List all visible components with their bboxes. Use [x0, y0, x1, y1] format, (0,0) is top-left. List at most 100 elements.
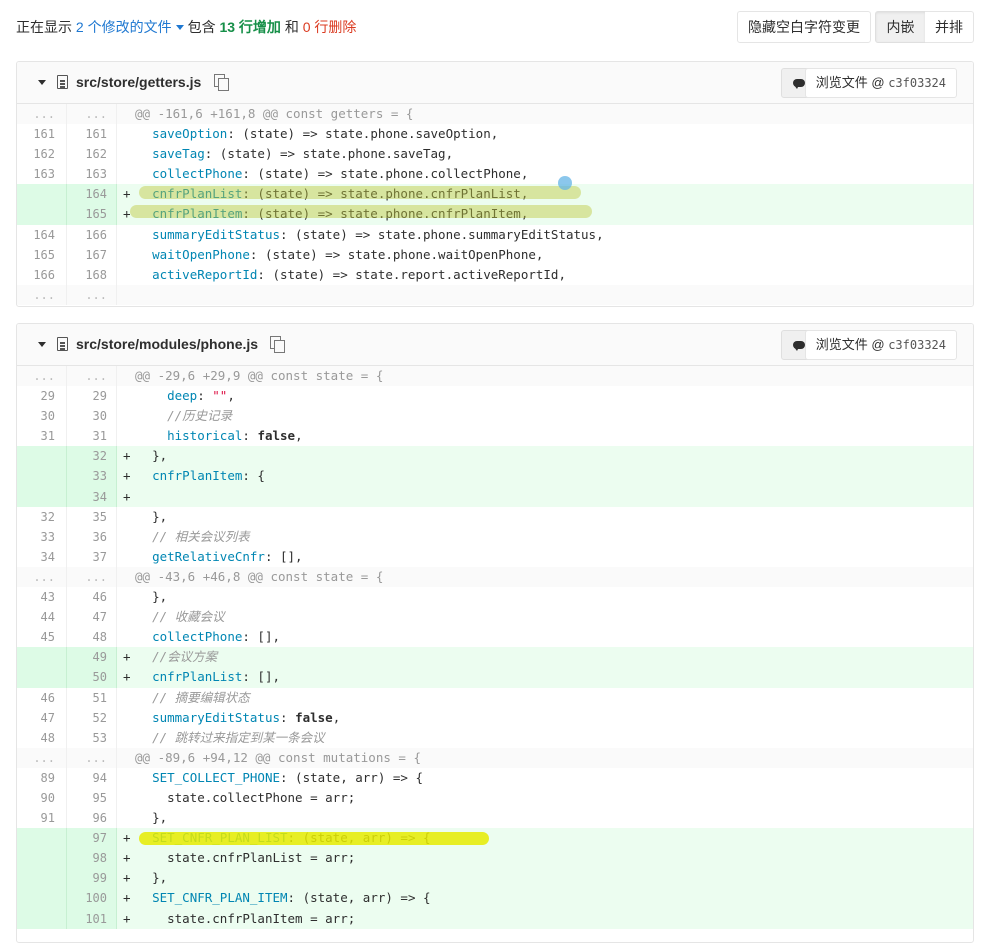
- old-line-number[interactable]: 165: [17, 244, 67, 265]
- new-line-number[interactable]: 33: [67, 466, 117, 487]
- copy-path-icon[interactable]: [214, 74, 229, 91]
- view-file-button[interactable]: 浏览文件 @ c3f03324: [804, 68, 957, 98]
- old-line-number[interactable]: [17, 848, 67, 869]
- new-line-number[interactable]: 163: [67, 164, 117, 185]
- context-line: 47 52 summaryEditStatus: false,: [17, 707, 973, 728]
- old-line-number[interactable]: [17, 828, 67, 849]
- old-line-number[interactable]: ...: [17, 366, 67, 387]
- new-line-number[interactable]: 166: [67, 224, 117, 245]
- old-line-number[interactable]: ...: [17, 566, 67, 588]
- old-line-number[interactable]: [17, 184, 67, 205]
- inline-view-button[interactable]: 内嵌: [875, 11, 926, 43]
- old-line-number[interactable]: 161: [17, 124, 67, 145]
- new-line-number[interactable]: 53: [67, 727, 117, 748]
- line-code: deep: "",: [117, 386, 973, 406]
- new-line-number[interactable]: 96: [67, 808, 117, 829]
- new-line-number[interactable]: 30: [67, 406, 117, 427]
- old-line-number[interactable]: [17, 486, 67, 507]
- new-line-number[interactable]: 50: [67, 667, 117, 688]
- collapse-caret-icon[interactable]: [38, 342, 46, 347]
- old-line-number[interactable]: 30: [17, 406, 67, 427]
- new-line-number[interactable]: 34: [67, 486, 117, 507]
- context-line: 91 96 },: [17, 808, 973, 829]
- old-line-number[interactable]: 47: [17, 707, 67, 728]
- old-line-number[interactable]: [17, 667, 67, 688]
- new-line-number[interactable]: 36: [67, 526, 117, 547]
- view-file-button[interactable]: 浏览文件 @ c3f03324: [804, 330, 957, 360]
- new-line-number[interactable]: 167: [67, 244, 117, 265]
- old-line-number[interactable]: 46: [17, 687, 67, 708]
- old-line-number[interactable]: [17, 466, 67, 487]
- old-line-number[interactable]: 43: [17, 587, 67, 608]
- new-line-number[interactable]: 97: [67, 828, 117, 849]
- new-line-number[interactable]: 100: [67, 888, 117, 909]
- old-line-number[interactable]: 29: [17, 386, 67, 407]
- summary-includes: 包含: [187, 19, 216, 35]
- old-line-number[interactable]: 90: [17, 787, 67, 809]
- line-code: activeReportId: (state) => state.report.…: [117, 265, 973, 285]
- new-line-number[interactable]: 52: [67, 707, 117, 728]
- new-line-number[interactable]: 51: [67, 687, 117, 708]
- code-text: : (state, arr) => {: [280, 769, 423, 785]
- old-line-number[interactable]: 45: [17, 627, 67, 648]
- old-line-number[interactable]: ...: [17, 747, 67, 768]
- line-code: + },: [117, 868, 973, 889]
- new-line-number[interactable]: 165: [67, 204, 117, 225]
- changed-files-dropdown[interactable]: 2 个修改的文件: [76, 19, 188, 35]
- added-line: 165 + cnfrPlanItem: (state) => state.phon…: [17, 204, 973, 225]
- new-line-number[interactable]: 48: [67, 627, 117, 648]
- new-line-number[interactable]: 49: [67, 647, 117, 668]
- new-line-number[interactable]: 95: [67, 787, 117, 809]
- new-line-number[interactable]: ...: [67, 104, 117, 125]
- new-line-number[interactable]: 31: [67, 426, 117, 447]
- new-line-number[interactable]: 168: [67, 264, 117, 285]
- new-line-number[interactable]: 29: [67, 386, 117, 407]
- parallel-view-button[interactable]: 并排: [925, 11, 974, 43]
- old-line-number[interactable]: 31: [17, 426, 67, 447]
- file-path[interactable]: src/store/modules/phone.js: [76, 336, 258, 352]
- new-line-number[interactable]: 99: [67, 868, 117, 889]
- new-line-number[interactable]: ...: [67, 284, 117, 305]
- new-line-number[interactable]: 37: [67, 546, 117, 567]
- new-line-number[interactable]: 98: [67, 848, 117, 869]
- hide-whitespace-button[interactable]: 隐藏空白字符变更: [737, 11, 871, 43]
- code-property: summaryEditStatus: [152, 709, 280, 725]
- new-line-number[interactable]: 162: [67, 144, 117, 165]
- new-line-number[interactable]: 46: [67, 587, 117, 608]
- old-line-number[interactable]: [17, 446, 67, 467]
- old-line-number[interactable]: 32: [17, 506, 67, 527]
- new-line-number[interactable]: ...: [67, 566, 117, 588]
- new-line-number[interactable]: 47: [67, 607, 117, 628]
- new-line-number[interactable]: ...: [67, 747, 117, 768]
- file-path[interactable]: src/store/getters.js: [76, 74, 201, 90]
- new-line-number[interactable]: 94: [67, 767, 117, 788]
- old-line-number[interactable]: 164: [17, 224, 67, 245]
- old-line-number[interactable]: [17, 204, 67, 225]
- old-line-number[interactable]: ...: [17, 104, 67, 125]
- old-line-number[interactable]: 91: [17, 808, 67, 829]
- old-line-number[interactable]: 44: [17, 607, 67, 628]
- old-line-number[interactable]: ...: [17, 284, 67, 305]
- new-line-number[interactable]: ...: [67, 366, 117, 387]
- new-line-number[interactable]: 164: [67, 184, 117, 205]
- old-line-number[interactable]: 33: [17, 526, 67, 547]
- old-line-number[interactable]: 89: [17, 767, 67, 788]
- diff-marker: [123, 788, 137, 808]
- collapse-caret-icon[interactable]: [38, 80, 46, 85]
- old-line-number[interactable]: 166: [17, 264, 67, 285]
- context-line: 166 168 activeReportId: (state) => state.…: [17, 264, 973, 285]
- old-line-number[interactable]: 48: [17, 727, 67, 748]
- old-line-number[interactable]: [17, 888, 67, 909]
- old-line-number[interactable]: 34: [17, 546, 67, 567]
- old-line-number[interactable]: 163: [17, 164, 67, 185]
- old-line-number[interactable]: [17, 647, 67, 668]
- new-line-number[interactable]: 32: [67, 446, 117, 467]
- old-line-number[interactable]: 162: [17, 144, 67, 165]
- old-line-number[interactable]: [17, 868, 67, 889]
- new-line-number[interactable]: 161: [67, 124, 117, 145]
- copy-path-icon[interactable]: [270, 336, 285, 353]
- added-line: 32 + },: [17, 446, 973, 467]
- new-line-number[interactable]: 35: [67, 506, 117, 527]
